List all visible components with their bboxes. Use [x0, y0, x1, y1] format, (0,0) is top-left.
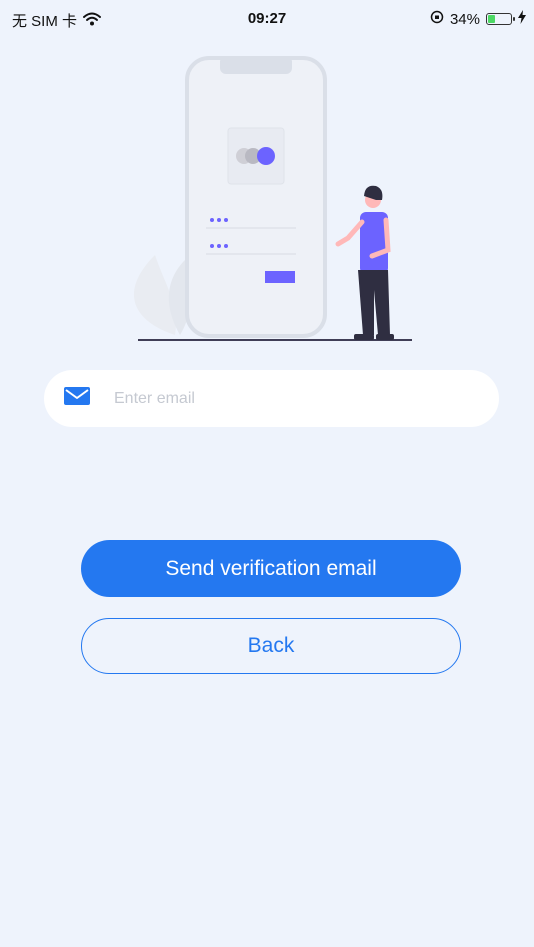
send-verification-email-button[interactable]: Send verification email	[81, 540, 461, 597]
email-field[interactable]	[44, 370, 499, 427]
orientation-lock-icon	[430, 10, 444, 28]
status-bar: 无 SIM 卡 09:27 34%	[0, 0, 534, 36]
battery-percent: 34%	[449, 10, 480, 28]
battery-level-fill	[488, 15, 496, 23]
envelope-icon	[64, 387, 90, 410]
phone-login-illustration	[120, 50, 430, 350]
back-button[interactable]: Back	[81, 618, 461, 674]
charging-icon	[518, 10, 526, 28]
email-input[interactable]	[112, 388, 456, 409]
battery-icon	[486, 13, 515, 25]
